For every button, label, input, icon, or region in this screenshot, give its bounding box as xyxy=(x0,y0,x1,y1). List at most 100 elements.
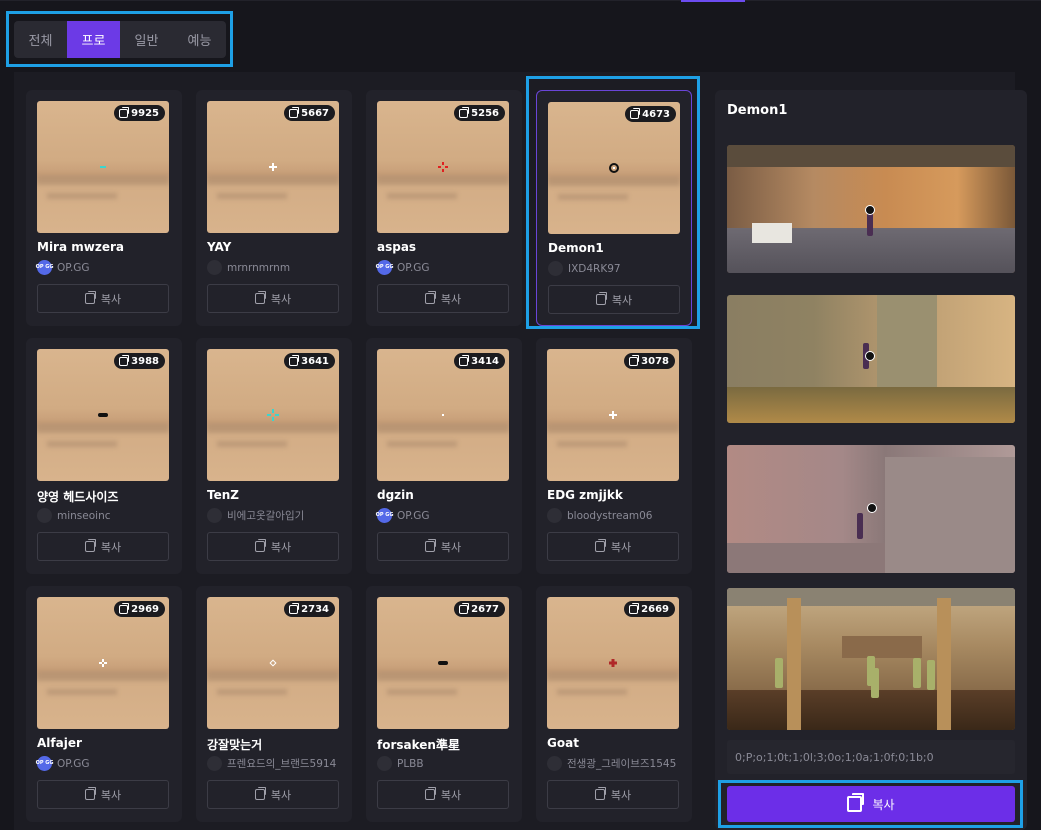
copy-count-badge: 2669 xyxy=(624,601,675,617)
crosshair-card[interactable]: 9925 Mira mwzera OP GG OP.GG 복사 xyxy=(26,90,182,326)
crosshair-preview: 3988 xyxy=(37,349,169,481)
author-name: PLBB xyxy=(397,757,424,770)
crosshair-card[interactable]: 2669 Goat 전생광_그레이브즈1545 복사 xyxy=(536,586,692,822)
copy-count-badge: 3414 xyxy=(454,353,505,369)
card-copy-label: 복사 xyxy=(100,540,122,554)
card-copy-button[interactable]: 복사 xyxy=(37,532,169,561)
copy-icon xyxy=(847,793,865,812)
crosshair-card[interactable]: 3414 dgzin OP GG OP.GG 복사 xyxy=(366,338,522,574)
copy-icon xyxy=(119,602,130,614)
crosshair-card[interactable]: 3988 양영 헤드사이즈 minseoinc 복사 xyxy=(26,338,182,574)
copy-icon xyxy=(459,602,470,614)
crosshair-card[interactable]: 2969 Alfajer OP GG OP.GG 복사 xyxy=(26,586,182,822)
category-tabs: 전체 프로 일반 예능 xyxy=(14,21,226,58)
crosshair-card[interactable]: 3641 TenZ 비에고옷갈아입기 복사 xyxy=(196,338,352,574)
card-copy-button[interactable]: 복사 xyxy=(547,532,679,561)
card-author: mrnrnmrnm xyxy=(207,260,290,275)
avatar: OP GG xyxy=(36,260,53,275)
preview-screenshot-3 xyxy=(727,445,1015,573)
avatar: OP GG xyxy=(376,260,393,275)
copy-count: 3414 xyxy=(471,355,499,367)
tab-entertainment[interactable]: 예능 xyxy=(173,21,226,58)
crosshair-card[interactable]: 5256 aspas OP GG OP.GG 복사 xyxy=(366,90,522,326)
card-copy-button[interactable]: 복사 xyxy=(207,780,339,809)
copy-icon xyxy=(424,539,436,552)
card-title: 강잘맞는거 xyxy=(207,738,263,752)
author-name: OP.GG xyxy=(57,261,90,274)
copy-icon xyxy=(459,354,470,366)
copy-icon xyxy=(289,354,300,366)
avatar xyxy=(547,508,562,523)
copy-icon xyxy=(254,539,266,552)
copy-count: 2734 xyxy=(301,603,329,615)
copy-count: 5667 xyxy=(301,107,329,119)
card-title: Demon1 xyxy=(548,241,604,255)
crosshair-card[interactable]: 2734 강잘맞는거프렌요드의_브랜드5914 복사 xyxy=(196,586,352,822)
copy-code-button[interactable]: 복사 xyxy=(727,786,1015,822)
card-copy-label: 복사 xyxy=(100,788,122,802)
copy-count-badge: 2734 xyxy=(284,601,335,617)
card-copy-button[interactable]: 복사 xyxy=(37,284,169,313)
top-accent-bar xyxy=(681,0,745,2)
crosshair-card[interactable]: 4673 Demon1 IXD4RK97 복사 xyxy=(536,90,692,326)
copy-count: 4673 xyxy=(642,108,670,120)
avatar xyxy=(207,260,222,275)
copy-count-badge: 9925 xyxy=(114,105,165,121)
crosshair-preview: 3078 xyxy=(547,349,679,481)
avatar: OP GG xyxy=(376,508,393,523)
author-name: 프렌요드의_브랜드5914 xyxy=(227,758,337,770)
card-copy-label: 복사 xyxy=(610,540,632,554)
copy-icon xyxy=(119,106,130,118)
copy-icon xyxy=(594,787,606,800)
crosshair-preview: 5256 xyxy=(377,101,509,233)
copy-count-badge: 5667 xyxy=(284,105,335,121)
author-name: IXD4RK97 xyxy=(568,262,621,275)
card-copy-button[interactable]: 복사 xyxy=(207,532,339,561)
crosshair-card[interactable]: 2677 forsaken準星 PLBB 복사 xyxy=(366,586,522,822)
card-author: OP GG OP.GG xyxy=(376,260,430,275)
copy-icon xyxy=(289,106,300,118)
avatar xyxy=(547,756,562,771)
card-author: 프렌요드의_브랜드5914 xyxy=(207,756,336,771)
crosshair-card[interactable]: 5667 YAY mrnrnmrnm 복사 xyxy=(196,90,352,326)
preview-screenshot-2 xyxy=(727,295,1015,423)
card-title: TenZ xyxy=(207,488,239,502)
detail-panel: Demon1 0;P;o;1;0t;1;0l;3;0o;1;0a;1;0f;0;… xyxy=(715,90,1027,830)
crosshair-preview: 2969 xyxy=(37,597,169,729)
crosshair-preview: 2734 xyxy=(207,597,339,729)
card-copy-button[interactable]: 복사 xyxy=(37,780,169,809)
copy-count-badge: 4673 xyxy=(625,106,676,122)
card-author: 전생광_그레이브즈1545 xyxy=(547,756,676,771)
card-copy-button[interactable]: 복사 xyxy=(207,284,339,313)
copy-count: 5256 xyxy=(471,107,499,119)
card-copy-button[interactable]: 복사 xyxy=(548,285,680,314)
card-copy-label: 복사 xyxy=(270,540,292,554)
card-title: YAY xyxy=(207,240,232,254)
copy-count: 2677 xyxy=(471,603,499,615)
crosshair-code-field[interactable]: 0;P;o;1;0t;1;0l;3;0o;1;0a;1;0f;0;1b;0 xyxy=(727,740,1015,774)
card-copy-button[interactable]: 복사 xyxy=(377,780,509,809)
copy-count-badge: 2969 xyxy=(114,601,165,617)
card-copy-button[interactable]: 복사 xyxy=(377,532,509,561)
tab-general[interactable]: 일반 xyxy=(120,21,173,58)
tab-all[interactable]: 전체 xyxy=(14,21,67,58)
avatar xyxy=(377,756,392,771)
crosshair-preview: 3641 xyxy=(207,349,339,481)
copy-icon xyxy=(424,787,436,800)
author-name: minseoinc xyxy=(57,509,111,522)
copy-count: 3988 xyxy=(131,355,159,367)
author-name: 전생광_그레이브즈1545 xyxy=(567,758,677,770)
card-author: PLBB xyxy=(377,756,424,771)
avatar xyxy=(207,508,222,523)
card-copy-button[interactable]: 복사 xyxy=(377,284,509,313)
tab-pro[interactable]: 프로 xyxy=(67,21,120,58)
copy-count: 2969 xyxy=(131,603,159,615)
card-copy-label: 복사 xyxy=(611,293,633,307)
crosshair-card[interactable]: 3078 EDG zmjjkk bloodystream06 복사 xyxy=(536,338,692,574)
copy-count: 3641 xyxy=(301,355,329,367)
card-copy-button[interactable]: 복사 xyxy=(547,780,679,809)
author-name: OP.GG xyxy=(57,757,90,770)
card-title: Goat xyxy=(547,736,579,750)
card-title: dgzin xyxy=(377,488,414,502)
card-copy-label: 복사 xyxy=(440,788,462,802)
